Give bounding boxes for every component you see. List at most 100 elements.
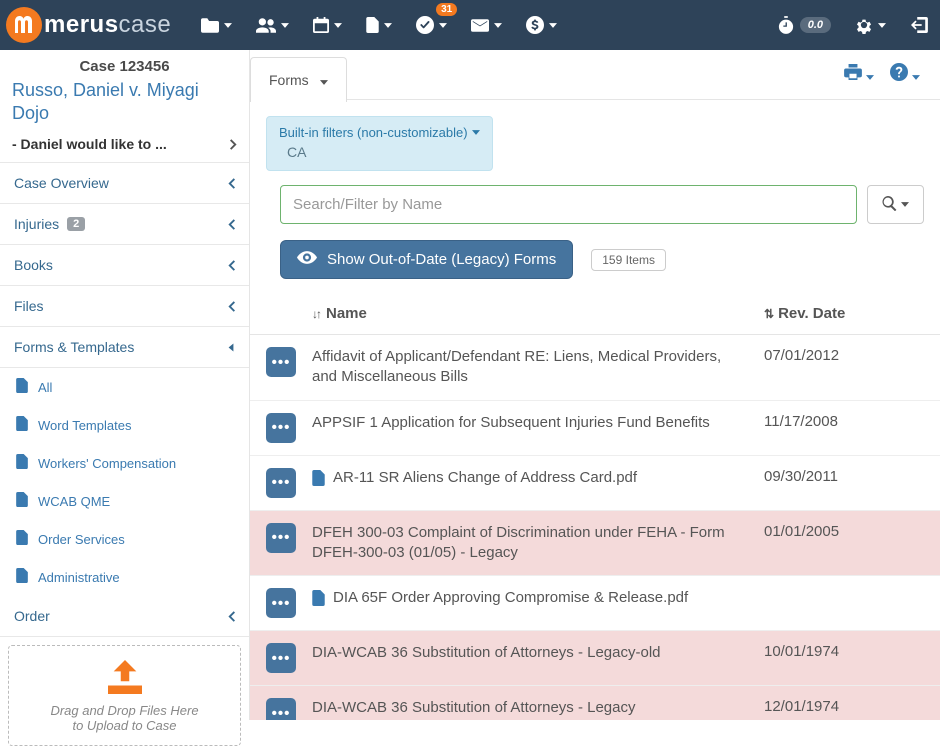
filter-chip-value: CA: [279, 144, 480, 160]
search-input[interactable]: [280, 185, 857, 224]
caret-down-icon: [281, 23, 289, 28]
upload-icon: [105, 660, 145, 694]
caret-down-icon: [334, 23, 342, 28]
sidebar-item-case-overview[interactable]: Case Overview: [0, 163, 249, 204]
calendar-icon: [313, 17, 329, 33]
sidebar-item-books[interactable]: Books: [0, 245, 249, 286]
form-name[interactable]: AR-11 SR Aliens Change of Address Card.p…: [333, 468, 637, 488]
brand-text: meruscase: [44, 11, 171, 39]
filter-chip[interactable]: Built-in filters (non-customizable) CA: [266, 116, 493, 171]
caret-down-icon: [439, 23, 447, 28]
chevron-left-icon: [228, 260, 235, 271]
chevron-left-icon: [228, 301, 235, 312]
sidebar-subitem-workers-compensation[interactable]: Workers' Compensation: [0, 444, 249, 482]
row-actions-button[interactable]: •••: [266, 588, 296, 618]
sidebar-subitem-all[interactable]: All: [0, 368, 249, 406]
logout-icon: [910, 17, 928, 33]
sidebar-subitem-administrative[interactable]: Administrative: [0, 558, 249, 596]
sidebar-subitem-word-templates[interactable]: Word Templates: [0, 406, 249, 444]
help-icon: [890, 63, 908, 86]
nav-mail-dropdown[interactable]: [459, 0, 514, 50]
row-actions-button[interactable]: •••: [266, 698, 296, 720]
forms-table-body: ••• Affidavit of Applicant/Defendant RE: …: [250, 335, 940, 720]
content-tabbar: Forms: [250, 50, 940, 100]
table-row: ••• DIA-WCAB 36 Substitution of Attorneys…: [250, 686, 940, 720]
form-name[interactable]: DIA-WCAB 36 Substitution of Attorneys - …: [312, 698, 635, 718]
nav-cases-dropdown[interactable]: [189, 0, 244, 50]
upload-dropzone[interactable]: Drag and Drop Files Here to Upload to Ca…: [0, 637, 249, 754]
case-number: Case 123456: [12, 58, 237, 75]
tasks-badge: 31: [436, 3, 457, 16]
sidebar-subitem-label: WCAB QME: [38, 494, 110, 509]
timer-value: 0.0: [800, 17, 831, 33]
form-name[interactable]: DIA 65F Order Approving Compromise & Rel…: [333, 588, 688, 608]
search-icon: [882, 196, 897, 214]
check-circle-icon: [416, 16, 434, 34]
brand-mark-icon: [6, 7, 42, 43]
toggle-legacy-forms-button[interactable]: Show Out-of-Date (Legacy) Forms: [280, 240, 573, 279]
form-rev-date: 10/01/1974: [764, 643, 924, 660]
nav-tasks-dropdown[interactable]: 31: [404, 0, 459, 50]
sidebar-subitem-label: All: [38, 380, 52, 395]
caret-down-icon: [901, 202, 909, 207]
nav-billing-dropdown[interactable]: [514, 0, 569, 50]
nav-contacts-dropdown[interactable]: [244, 0, 301, 50]
chevron-right-icon: [230, 139, 237, 150]
sidebar-item-injuries[interactable]: Injuries2: [0, 204, 249, 245]
filter-chip-title: Built-in filters (non-customizable): [279, 125, 468, 140]
col-header-name[interactable]: ↓↑Name: [312, 305, 764, 322]
nav-settings-dropdown[interactable]: [843, 0, 898, 50]
row-actions-button[interactable]: •••: [266, 643, 296, 673]
row-actions-button[interactable]: •••: [266, 413, 296, 443]
print-icon: [844, 64, 862, 85]
chevron-left-icon: [228, 611, 235, 622]
tab-forms[interactable]: Forms: [250, 57, 347, 102]
sidebar-item-forms-templates[interactable]: Forms & Templates: [0, 327, 249, 368]
top-nav: meruscase 31 0.0: [0, 0, 940, 50]
mail-icon: [471, 19, 489, 32]
case-title-link[interactable]: Russo, Daniel v. Miyagi Dojo: [12, 79, 237, 124]
brand-logo[interactable]: meruscase: [0, 0, 183, 50]
sidebar-subitem-wcab-qme[interactable]: WCAB QME: [0, 482, 249, 520]
nav-calendar-dropdown[interactable]: [301, 0, 354, 50]
table-row: ••• DFEH 300-03 Complaint of Discriminati…: [250, 511, 940, 577]
row-actions-button[interactable]: •••: [266, 347, 296, 377]
sidebar-item-files[interactable]: Files: [0, 286, 249, 327]
document-icon: [16, 530, 28, 548]
users-icon: [256, 18, 276, 33]
nav-timer[interactable]: 0.0: [766, 0, 843, 50]
sidebar-subitem-label: Order Services: [38, 532, 125, 547]
nav-documents-dropdown[interactable]: [354, 0, 404, 50]
row-actions-button[interactable]: •••: [266, 468, 296, 498]
row-actions-button[interactable]: •••: [266, 523, 296, 553]
tab-label: Forms: [269, 72, 309, 88]
print-button[interactable]: [836, 64, 882, 85]
sort-icon: ⇅: [764, 307, 772, 321]
caret-down-icon: [472, 130, 480, 135]
sidebar-subitem-label: Word Templates: [38, 418, 131, 433]
help-button[interactable]: [882, 63, 928, 86]
document-icon: [16, 378, 28, 396]
case-note-toggle[interactable]: - Daniel would like to ...: [0, 130, 249, 162]
caret-down-icon: [320, 72, 328, 88]
caret-down-icon: [878, 23, 886, 28]
gear-icon: [855, 16, 873, 34]
toggle-legacy-label: Show Out-of-Date (Legacy) Forms: [327, 251, 556, 268]
dropzone-line1: Drag and Drop Files Here: [17, 703, 232, 718]
sidebar-subitem-order-services[interactable]: Order Services: [0, 520, 249, 558]
sidebar-item-label: Injuries: [14, 216, 59, 232]
folder-icon: [201, 18, 219, 33]
search-options-button[interactable]: [867, 185, 924, 224]
form-name[interactable]: Affidavit of Applicant/Defendant RE: Lie…: [312, 347, 748, 388]
form-rev-date: 01/01/2005: [764, 523, 924, 540]
form-name[interactable]: DIA-WCAB 36 Substitution of Attorneys - …: [312, 643, 661, 663]
sidebar-item-order[interactable]: Order: [0, 596, 249, 637]
caret-down-icon: [494, 23, 502, 28]
col-header-revdate[interactable]: ⇅Rev. Date: [764, 305, 924, 322]
document-icon: [16, 416, 28, 434]
nav-logout[interactable]: [898, 0, 940, 50]
form-name[interactable]: APPSIF 1 Application for Subsequent Inju…: [312, 413, 710, 433]
table-row: ••• DIA 65F Order Approving Compromise & …: [250, 576, 940, 631]
form-rev-date: 12/01/1974: [764, 698, 924, 715]
form-name[interactable]: DFEH 300-03 Complaint of Discrimination …: [312, 523, 748, 564]
